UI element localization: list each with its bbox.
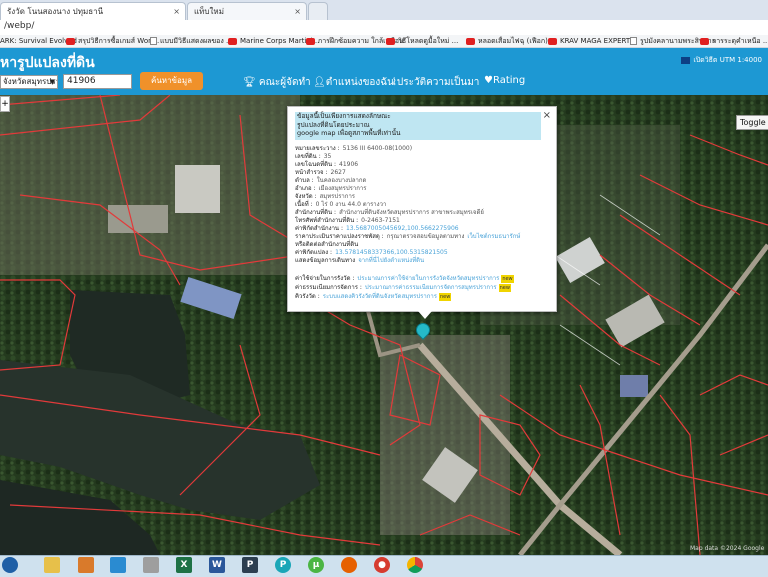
info-row: หรือติดต่อสำนักงานที่ดิน [295, 241, 359, 248]
media-icon[interactable] [78, 557, 94, 573]
popup-pointer [418, 311, 432, 319]
survey-queue-link[interactable]: ระบบแสดงคิวรังวัดที่ดินจังหวัดสมุทรปรากา… [323, 293, 437, 300]
chrome-icon[interactable] [407, 557, 423, 573]
info-row: สำนักงานที่ดิน : สำนักงานที่ดินจังหวัดสมุ… [295, 209, 484, 216]
app-header: หารูปแปลงที่ดิน เปิดวิธีต UTM 1:4000 จัง… [0, 48, 768, 95]
info-row: เนื้อที่ :0 ไร่ 0 งาน 44.0 ตารางวา [295, 201, 387, 208]
info-row: ค่าพิกัดแปลง :13.5781458337366,100.53158… [295, 249, 448, 256]
chrome-old-icon[interactable] [110, 557, 126, 573]
app-icon[interactable]: P [242, 557, 258, 573]
firefox-icon[interactable] [341, 557, 357, 573]
info-row: ค่าพิกัดสำนักงาน :13.5687005045692,100.5… [295, 225, 459, 232]
map-attribution: Map data ©2024 Google [690, 545, 765, 552]
info-row: อำเภอ : เมืองสมุทรปราการ [295, 185, 367, 192]
youtube-icon [66, 37, 75, 45]
parcel-number-input[interactable]: 41906 [63, 74, 132, 89]
info-row: จังหวัด : สมุทรปราการ [295, 193, 356, 200]
tab-label: แท็บใหม่ [194, 7, 224, 16]
tab-label: รังวัด โนนสองนาง ปทุมธานี [7, 7, 104, 16]
parcel-info-popup: ข้อมูลนี้เป็นเพียงการแสดงลักษณะ รูปแปลงท… [287, 106, 557, 312]
utm-toggle[interactable]: เปิดวิธีต UTM 1:4000 [681, 55, 762, 66]
trophy-icon: 🏆︎ [243, 77, 256, 88]
info-row: แสดงข้อมูลการเดินทาง จากที่นี่ไปยังตำแหน่… [295, 257, 425, 264]
disclaimer-line: google map เพื่อดูสภาพพื้นที่เท่านั้น [297, 129, 401, 137]
close-tab-icon[interactable]: × [294, 3, 301, 20]
disclaimer-box: ข้อมูลนี้เป็นเพียงการแสดงลักษณะ รูปแปลงท… [295, 112, 541, 140]
nav-history[interactable]: ⌇ประวัติความเป็นมา [392, 75, 479, 90]
disclaimer-line: ข้อมูลนี้เป็นเพียงการแสดงลักษณะ [297, 112, 391, 120]
info-row: คิวรังวัด : ระบบแสดงคิวรังวัดที่ดินจังหวั… [295, 293, 452, 301]
new-badge: new [498, 284, 511, 292]
info-row: เลขที่ดิน :35 [295, 153, 332, 160]
heart-icon: ♥ [484, 75, 493, 86]
person-icon: 👤︎ [313, 77, 326, 88]
record-icon[interactable]: ● [374, 557, 390, 573]
torrent-icon[interactable]: µ [308, 557, 324, 573]
province-select[interactable]: จังหวัดสมุทรปราการ ▼ [0, 75, 58, 89]
new-badge: new [501, 275, 514, 283]
parcel-coordinates-link[interactable]: 13.5781458337366,100.5315821505 [335, 249, 448, 256]
word-icon[interactable]: W [209, 557, 225, 573]
info-row: ค่าใช้จ่ายในการรังวัด : ประมาณการค่าใช้จ่… [295, 275, 514, 283]
search-button[interactable]: ค้นหาข้อมูล [140, 72, 203, 90]
page-icon [150, 37, 157, 45]
zoom-control[interactable]: + [0, 96, 10, 112]
info-row: เลขโฉนดที่ดิน :41906 [295, 161, 359, 168]
address-text: /webp/ [4, 21, 35, 31]
youtube-icon [700, 37, 709, 45]
page-icon [630, 37, 637, 45]
bookmarks-bar: ARK: Survival Evolved สรุปวิธีการซื้อเกม… [0, 35, 768, 48]
directions-link[interactable]: จากที่นี่ไปยังตำแหน่งที่ดิน [358, 257, 424, 264]
bookmark-item[interactable]: สรุปวิธีการซื้อเกมส์ Won... [66, 35, 159, 47]
youtube-icon [386, 37, 395, 45]
treasury-website-link[interactable]: เว็บไซต์กรมธนารักษ์ [467, 233, 520, 240]
bookmark-item[interactable]: หลอดเสื่อมไฟฉุ (เฟือก) [466, 35, 548, 47]
fee-estimate-link[interactable]: ประมาณการค่าธรรมเนียมการจัดการสมุทรปรากา… [365, 284, 497, 291]
start-icon[interactable] [2, 557, 18, 573]
bookmark-item[interactable]: วิธีโหลดดูมื้อใหม่ ... [386, 35, 458, 47]
youtube-icon [306, 37, 315, 45]
toggle-street-button[interactable]: Toggle Street [736, 115, 768, 130]
new-tab-button[interactable] [308, 2, 328, 20]
nav-rating[interactable]: ♥Rating [484, 75, 525, 86]
nav-team[interactable]: 🏆︎ คณะผู้จัดทำ [243, 75, 311, 90]
app-icon[interactable] [143, 557, 159, 573]
youtube-icon [228, 37, 237, 45]
chevron-down-icon: ▼ [49, 78, 55, 86]
nav-my-location[interactable]: 👤︎ตำแหน่งของฉัน [313, 75, 394, 90]
close-icon[interactable]: × [543, 110, 551, 121]
tab-bar: รังวัด โนนสองนาง ปทุมธานี × แท็บใหม่ × [0, 0, 768, 21]
info-row: ราคาประเมินราคาแปลงราชพัสดุ : กรุณาตรวจสอ… [295, 233, 521, 240]
flag-icon [681, 56, 691, 64]
disclaimer-line: รูปแปลงที่ดินโดยประมาณ [297, 120, 370, 129]
survey-cost-link[interactable]: ประมาณการค่าใช้จ่ายในการรังวัดจังหวัดสมุ… [357, 275, 499, 282]
tab-active[interactable]: รังวัด โนนสองนาง ปทุมธานี × [0, 2, 186, 20]
new-badge: new [439, 293, 452, 301]
picsart-icon[interactable]: P [275, 557, 291, 573]
bookmark-item[interactable]: การระดุคำเหนือ ... [700, 35, 768, 47]
bookmark-item[interactable]: KRAV MAGA EXPERT [548, 35, 630, 47]
info-row: หมายเลขระวาง :5136 III 6400-08(1000) [295, 145, 413, 152]
office-coordinates-link[interactable]: 13.5687005045692,100.5662275906 [346, 225, 459, 232]
excel-icon[interactable]: X [176, 557, 192, 573]
youtube-icon [548, 37, 557, 45]
close-tab-icon[interactable]: × [173, 3, 180, 20]
info-row: โทรศัพท์สำนักงานที่ดิน :0-2463-7151 [295, 217, 400, 224]
address-bar[interactable]: /webp/ [0, 20, 768, 36]
info-row: ค่าธรรมเนียมการจัดการ : ประมาณการค่าธรรมเ… [295, 284, 511, 292]
youtube-icon [466, 37, 475, 45]
info-row: หน้าสำรวจ :2627 [295, 169, 346, 176]
app-title: หารูปแปลงที่ดิน [0, 55, 95, 71]
explorer-icon[interactable] [44, 557, 60, 573]
info-row: ตำบล : ในคลองบางปลากด [295, 177, 367, 184]
bookmark-item[interactable]: แบบมีวิธีแสดงผลของ ... [150, 35, 233, 47]
tab-new[interactable]: แท็บใหม่ × [187, 2, 307, 20]
